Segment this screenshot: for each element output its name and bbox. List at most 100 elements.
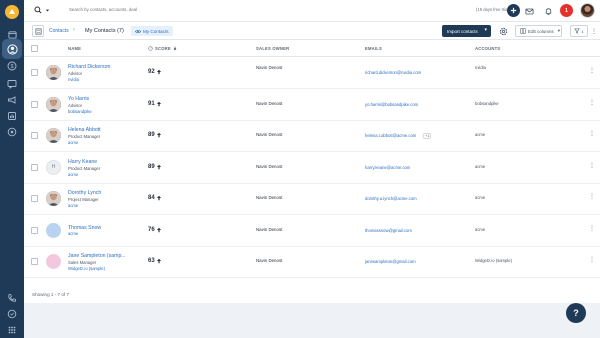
contact-company-link[interactable]: acme bbox=[68, 172, 78, 177]
contact-company-link[interactable]: nvidia bbox=[68, 77, 79, 82]
row-actions-icon[interactable]: ⋮ bbox=[589, 99, 595, 106]
contact-name-link[interactable]: Richard Dickerson bbox=[68, 64, 110, 70]
chat-bubble-icon[interactable] bbox=[5, 307, 19, 321]
table-row[interactable]: Dorothy Lynch Project Manager acme 84 Navin … bbox=[24, 183, 600, 215]
avatar[interactable] bbox=[46, 254, 61, 269]
sidebar-item-contacts[interactable] bbox=[2, 39, 22, 59]
row-actions-icon[interactable]: ⋮ bbox=[589, 67, 595, 74]
freshsales-logo-icon[interactable] bbox=[5, 5, 19, 19]
view-selector-chip[interactable]: My Contacts bbox=[131, 26, 173, 36]
contact-company-link[interactable]: Widgetz.io (sample) bbox=[68, 266, 105, 271]
help-button[interactable]: ? bbox=[566, 303, 586, 323]
notification-badge[interactable]: 1 bbox=[560, 4, 573, 17]
row-checkbox[interactable] bbox=[31, 163, 38, 171]
reports-icon[interactable] bbox=[5, 109, 19, 123]
contact-email-link[interactable]: helena.t.abbott@acme.com bbox=[365, 133, 416, 138]
avatar[interactable]: H bbox=[46, 159, 61, 175]
table-row[interactable]: Helena Abbott Product Manager acme 89 Navin … bbox=[24, 120, 600, 152]
contact-name-link[interactable]: Harry Keane bbox=[68, 159, 97, 165]
settings-icon[interactable] bbox=[5, 125, 19, 139]
row-checkbox[interactable] bbox=[31, 226, 38, 234]
table-row[interactable]: H Harry Keane Product Manager acme 89 Navin D… bbox=[24, 152, 600, 184]
contact-email-link[interactable]: richard.dickerson@nvidia.com bbox=[365, 70, 421, 75]
sort-down-icon[interactable] bbox=[173, 46, 177, 51]
contact-name-link[interactable]: Dorothy Lynch bbox=[68, 190, 101, 196]
contact-company-link[interactable]: acme bbox=[68, 231, 78, 236]
row-checkbox[interactable] bbox=[31, 69, 38, 76]
table-row[interactable]: Jane Sampleton (samp... Sales Manager Widg… bbox=[24, 246, 600, 278]
sales-owner[interactable]: Navin Denost bbox=[256, 101, 282, 106]
import-contacts-label: Import contacts bbox=[447, 28, 478, 34]
row-checkbox[interactable] bbox=[31, 100, 38, 108]
contact-email-link[interactable]: thomassnow@gmail.com bbox=[365, 228, 412, 233]
phone-icon[interactable] bbox=[5, 291, 19, 305]
avatar[interactable] bbox=[46, 128, 61, 143]
sales-owner[interactable]: Navin Denost bbox=[256, 65, 282, 70]
row-checkbox[interactable] bbox=[31, 195, 38, 202]
contact-name-link[interactable]: Jane Sampleton (samp... bbox=[68, 253, 126, 259]
sales-owner[interactable]: Navin Denost bbox=[256, 164, 282, 169]
lead-score-value: 89 bbox=[148, 132, 155, 138]
row-actions-icon[interactable]: ⋮ bbox=[589, 162, 595, 169]
gear-icon[interactable] bbox=[498, 26, 508, 36]
sales-owner[interactable]: Navin Denost bbox=[256, 227, 282, 232]
chat-icon[interactable] bbox=[5, 77, 19, 91]
column-header-score[interactable]: SCORE bbox=[148, 46, 177, 51]
account-name[interactable]: acme bbox=[475, 164, 485, 169]
filter-button[interactable]: 1 bbox=[570, 25, 588, 37]
avatar[interactable] bbox=[46, 65, 61, 80]
row-actions-icon[interactable]: ⋮ bbox=[589, 193, 595, 200]
row-actions-icon[interactable]: ⋮ bbox=[589, 130, 595, 137]
contact-company-link[interactable]: bobsandpike bbox=[68, 109, 92, 114]
user-avatar[interactable] bbox=[580, 3, 595, 18]
select-all-checkbox[interactable] bbox=[31, 45, 38, 52]
sales-owner[interactable]: Navin Denost bbox=[256, 132, 282, 137]
column-header-name[interactable]: NAME bbox=[68, 46, 81, 51]
contact-email-link[interactable]: dorothy.a.lynch@acme.com bbox=[365, 196, 417, 201]
import-contacts-button[interactable]: Import contacts ▾ bbox=[442, 25, 491, 37]
contact-company-link[interactable]: acme bbox=[68, 203, 78, 208]
table-row[interactable]: Thomas Snow acme 76 Navin Denost thomassnow@… bbox=[24, 215, 600, 247]
bell-icon[interactable] bbox=[543, 6, 553, 16]
more-options-icon[interactable]: ⋮ bbox=[590, 25, 598, 37]
account-name[interactable]: Widgetz.io (sample) bbox=[475, 258, 512, 263]
sales-owner[interactable]: Navin Denost bbox=[256, 195, 282, 200]
avatar[interactable] bbox=[46, 191, 61, 206]
quick-add-button[interactable] bbox=[507, 4, 520, 17]
account-name[interactable]: bobsandpike bbox=[475, 101, 499, 106]
contact-name-link[interactable]: Yo Harris bbox=[68, 96, 89, 102]
contact-email-link[interactable]: harry.keane@acme.com bbox=[365, 165, 410, 170]
list-view-toggle[interactable] bbox=[32, 25, 44, 37]
row-checkbox[interactable] bbox=[31, 258, 38, 265]
dollar-icon[interactable]: $ bbox=[5, 59, 19, 73]
column-header-accounts[interactable]: ACCOUNTS bbox=[475, 46, 500, 51]
avatar-photo-icon bbox=[46, 96, 61, 112]
contact-email-link[interactable]: yo.harris@bobsandpike.com bbox=[365, 102, 418, 107]
row-actions-icon[interactable]: ⋮ bbox=[589, 256, 595, 263]
caret-down-icon[interactable]: ▾ bbox=[484, 27, 487, 33]
contact-company-link[interactable]: acme bbox=[68, 140, 78, 145]
breadcrumb-contacts[interactable]: Contacts bbox=[49, 28, 69, 34]
table-row[interactable]: Yo Harris Advisor bobsandpike 91 Navin Denos… bbox=[24, 89, 600, 121]
avatar[interactable] bbox=[46, 222, 61, 238]
edit-columns-button[interactable]: Edit columns ▾ bbox=[515, 25, 562, 37]
search-scope-dropdown[interactable] bbox=[34, 6, 50, 14]
table-row[interactable]: Richard Dickerson Advisor nvidia 92 Navin De… bbox=[24, 57, 600, 89]
row-checkbox[interactable] bbox=[31, 132, 38, 139]
contact-email-link[interactable]: janesampleton@gmail.com bbox=[365, 259, 416, 264]
account-name[interactable]: nvidia bbox=[475, 65, 486, 70]
search-input[interactable] bbox=[69, 7, 189, 12]
mail-icon[interactable] bbox=[524, 6, 534, 16]
contact-name-link[interactable]: Helena Abbott bbox=[68, 127, 101, 133]
sales-owner[interactable]: Navin Denost bbox=[256, 258, 282, 263]
account-name[interactable]: acme bbox=[475, 132, 485, 137]
account-name[interactable]: acme bbox=[475, 227, 485, 232]
column-header-emails[interactable]: EMAILS bbox=[365, 46, 382, 51]
account-name[interactable]: acme bbox=[475, 195, 485, 200]
apps-grid-icon[interactable] bbox=[5, 323, 19, 337]
column-header-sales-owner[interactable]: SALES OWNER bbox=[256, 46, 289, 51]
avatar[interactable] bbox=[46, 96, 61, 112]
more-emails-badge[interactable]: +1 bbox=[423, 132, 432, 139]
row-actions-icon[interactable]: ⋮ bbox=[589, 225, 595, 232]
megaphone-icon[interactable] bbox=[5, 93, 19, 107]
